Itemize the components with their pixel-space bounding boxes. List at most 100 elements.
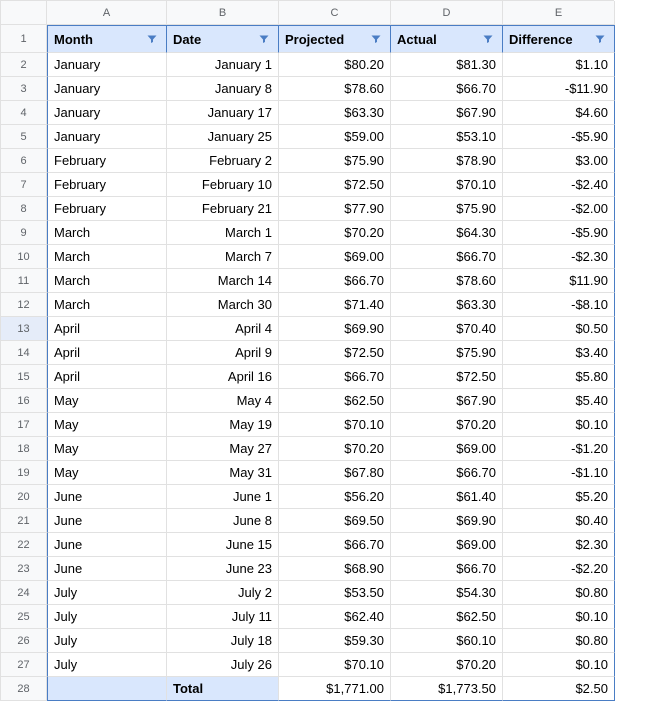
cell-proj[interactable]: $62.40 <box>279 605 391 629</box>
cell-proj[interactable]: $80.20 <box>279 53 391 77</box>
cell-date[interactable]: April 4 <box>167 317 279 341</box>
total-act[interactable]: $1,773.50 <box>391 677 503 701</box>
cell-proj[interactable]: $62.50 <box>279 389 391 413</box>
filter-icon[interactable] <box>480 31 496 47</box>
cell-act[interactable]: $66.70 <box>391 461 503 485</box>
cell-act[interactable]: $81.30 <box>391 53 503 77</box>
cell-month[interactable]: March <box>47 269 167 293</box>
row-header-18[interactable]: 18 <box>1 437 47 461</box>
cell-proj[interactable]: $66.70 <box>279 365 391 389</box>
cell-date[interactable]: February 2 <box>167 149 279 173</box>
cell-month[interactable]: July <box>47 629 167 653</box>
filter-icon[interactable] <box>144 31 160 47</box>
cell-proj[interactable]: $69.50 <box>279 509 391 533</box>
header-date[interactable]: Date <box>167 25 279 53</box>
row-header-15[interactable]: 15 <box>1 365 47 389</box>
cell-date[interactable]: June 8 <box>167 509 279 533</box>
cell-proj[interactable]: $70.10 <box>279 653 391 677</box>
cell-proj[interactable]: $66.70 <box>279 533 391 557</box>
cell-diff[interactable]: $0.80 <box>503 629 615 653</box>
cell-diff[interactable]: -$2.30 <box>503 245 615 269</box>
cell-proj[interactable]: $66.70 <box>279 269 391 293</box>
cell-diff[interactable]: $5.40 <box>503 389 615 413</box>
cell-act[interactable]: $53.10 <box>391 125 503 149</box>
cell-date[interactable]: March 14 <box>167 269 279 293</box>
cell-diff[interactable]: -$2.20 <box>503 557 615 581</box>
cell-date[interactable]: June 23 <box>167 557 279 581</box>
header-actual[interactable]: Actual <box>391 25 503 53</box>
cell-proj[interactable]: $59.00 <box>279 125 391 149</box>
cell-month[interactable]: April <box>47 317 167 341</box>
row-header-28[interactable]: 28 <box>1 677 47 701</box>
cell-act[interactable]: $66.70 <box>391 557 503 581</box>
cell-proj[interactable]: $69.00 <box>279 245 391 269</box>
cell-diff[interactable]: -$2.40 <box>503 173 615 197</box>
cell-diff[interactable]: -$5.90 <box>503 221 615 245</box>
cell-month[interactable]: June <box>47 485 167 509</box>
cell-date[interactable]: June 15 <box>167 533 279 557</box>
cell-month[interactable]: January <box>47 53 167 77</box>
cell-proj[interactable]: $68.90 <box>279 557 391 581</box>
cell-date[interactable]: June 1 <box>167 485 279 509</box>
cell-act[interactable]: $78.60 <box>391 269 503 293</box>
cell-month[interactable]: April <box>47 341 167 365</box>
row-header-17[interactable]: 17 <box>1 413 47 437</box>
column-header-A[interactable]: A <box>47 1 167 25</box>
cell-diff[interactable]: $4.60 <box>503 101 615 125</box>
cell-act[interactable]: $62.50 <box>391 605 503 629</box>
row-header-26[interactable]: 26 <box>1 629 47 653</box>
total-proj[interactable]: $1,771.00 <box>279 677 391 701</box>
cell-month[interactable]: July <box>47 581 167 605</box>
column-header-D[interactable]: D <box>391 1 503 25</box>
cell-act[interactable]: $69.00 <box>391 437 503 461</box>
row-header-3[interactable]: 3 <box>1 77 47 101</box>
cell-proj[interactable]: $70.20 <box>279 437 391 461</box>
cell-act[interactable]: $78.90 <box>391 149 503 173</box>
cell-date[interactable]: February 10 <box>167 173 279 197</box>
row-header-5[interactable]: 5 <box>1 125 47 149</box>
cell-act[interactable]: $63.30 <box>391 293 503 317</box>
cell-month[interactable]: May <box>47 437 167 461</box>
total-blank[interactable] <box>47 677 167 701</box>
cell-diff[interactable]: $3.00 <box>503 149 615 173</box>
cell-month[interactable]: March <box>47 245 167 269</box>
cell-act[interactable]: $70.20 <box>391 413 503 437</box>
cell-date[interactable]: July 18 <box>167 629 279 653</box>
cell-act[interactable]: $70.10 <box>391 173 503 197</box>
cell-act[interactable]: $75.90 <box>391 341 503 365</box>
cell-proj[interactable]: $56.20 <box>279 485 391 509</box>
row-header-8[interactable]: 8 <box>1 197 47 221</box>
spreadsheet-grid[interactable]: ABCDE1MonthDateProjectedActualDifference… <box>0 0 614 701</box>
cell-diff[interactable]: -$1.20 <box>503 437 615 461</box>
cell-month[interactable]: March <box>47 221 167 245</box>
cell-diff[interactable]: -$5.90 <box>503 125 615 149</box>
cell-date[interactable]: January 17 <box>167 101 279 125</box>
cell-month[interactable]: May <box>47 413 167 437</box>
cell-diff[interactable]: -$11.90 <box>503 77 615 101</box>
cell-act[interactable]: $70.20 <box>391 653 503 677</box>
row-header-12[interactable]: 12 <box>1 293 47 317</box>
row-header-22[interactable]: 22 <box>1 533 47 557</box>
row-header-20[interactable]: 20 <box>1 485 47 509</box>
cell-proj[interactable]: $70.20 <box>279 221 391 245</box>
cell-diff[interactable]: $0.50 <box>503 317 615 341</box>
cell-date[interactable]: January 25 <box>167 125 279 149</box>
cell-month[interactable]: July <box>47 653 167 677</box>
filter-icon[interactable] <box>368 31 384 47</box>
cell-act[interactable]: $75.90 <box>391 197 503 221</box>
column-header-E[interactable]: E <box>503 1 615 25</box>
cell-month[interactable]: June <box>47 509 167 533</box>
row-header-14[interactable]: 14 <box>1 341 47 365</box>
column-header-C[interactable]: C <box>279 1 391 25</box>
cell-proj[interactable]: $63.30 <box>279 101 391 125</box>
cell-date[interactable]: February 21 <box>167 197 279 221</box>
row-header-19[interactable]: 19 <box>1 461 47 485</box>
cell-diff[interactable]: -$2.00 <box>503 197 615 221</box>
cell-diff[interactable]: $0.10 <box>503 653 615 677</box>
cell-date[interactable]: March 30 <box>167 293 279 317</box>
cell-date[interactable]: July 26 <box>167 653 279 677</box>
cell-proj[interactable]: $78.60 <box>279 77 391 101</box>
cell-date[interactable]: March 7 <box>167 245 279 269</box>
cell-proj[interactable]: $71.40 <box>279 293 391 317</box>
cell-diff[interactable]: -$8.10 <box>503 293 615 317</box>
